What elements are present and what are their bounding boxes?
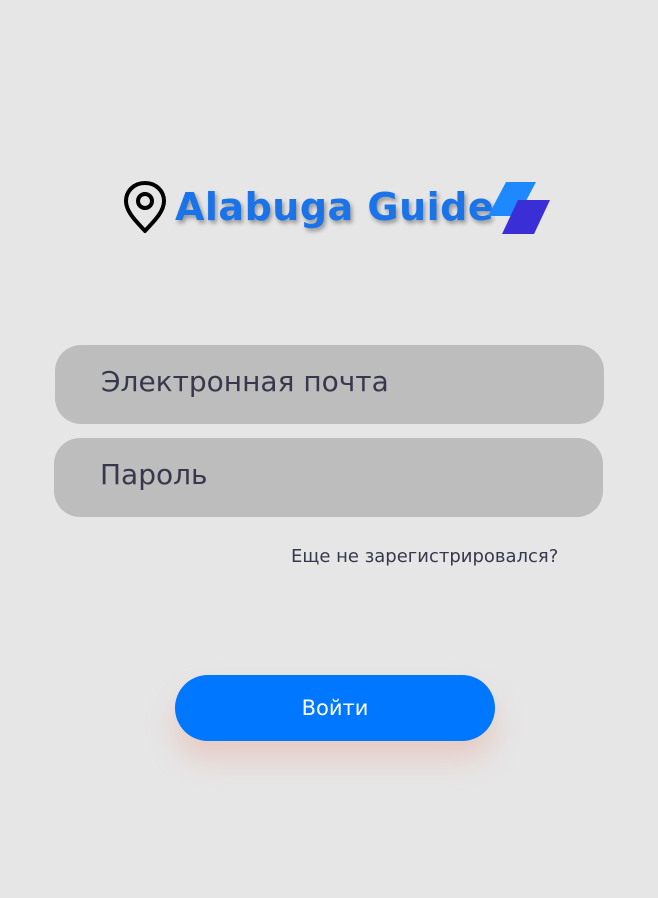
map-pin-icon	[124, 181, 166, 233]
logo: Alabuga Guide	[0, 176, 658, 238]
password-field[interactable]: Пароль	[54, 438, 603, 517]
app-title: Alabuga Guide	[175, 185, 495, 229]
email-placeholder: Электронная почта	[101, 365, 389, 398]
brand-parallelogram-icon	[488, 182, 550, 234]
password-placeholder: Пароль	[100, 458, 208, 491]
login-button[interactable]: Войти	[175, 675, 495, 741]
email-field[interactable]: Электронная почта	[55, 345, 604, 424]
register-link[interactable]: Еще не зарегистрировался?	[291, 546, 558, 567]
